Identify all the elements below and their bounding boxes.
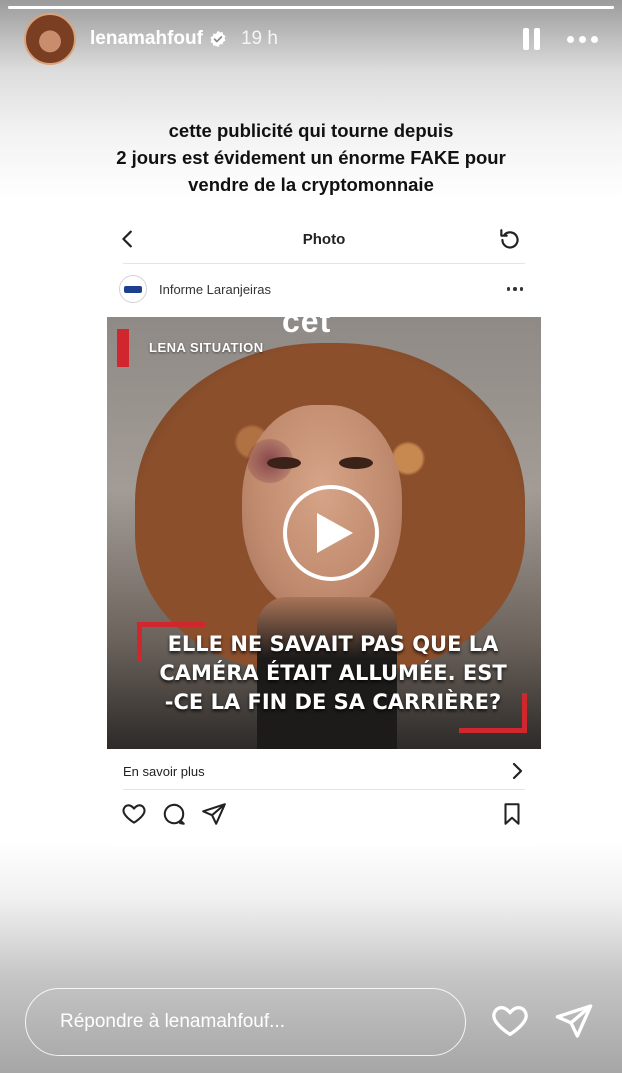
post-actions: [121, 801, 525, 827]
pause-icon: [522, 28, 529, 50]
video-caption-line: ELLE NE SAVAIT PAS QUE LA: [167, 632, 499, 656]
video-caption-line: CAMÉRA ÉTAIT ALLUMÉE. EST: [159, 661, 507, 685]
story-viewer: lenamahfouf 19 h cette publicité qui tou…: [0, 0, 622, 1073]
video-name-label: LENA SITUATION: [117, 329, 264, 367]
divider: [123, 789, 525, 790]
play-icon[interactable]: [283, 485, 379, 581]
story-progress-fill: [8, 6, 614, 9]
send-story-icon[interactable]: [554, 1001, 594, 1041]
video-top-word: cet: [282, 317, 332, 339]
learn-more-label: En savoir plus: [123, 763, 205, 779]
ad-video-thumbnail[interactable]: cet LENA SITUATION ELLE NE SAVAIT PAS QU…: [107, 317, 541, 749]
post-header: Informe Laranjeiras: [119, 275, 529, 303]
video-caption: ELLE NE SAVAIT PAS QUE LA CAMÉRA ÉTAIT A…: [153, 630, 513, 717]
video-caption-box: ELLE NE SAVAIT PAS QUE LA CAMÉRA ÉTAIT A…: [137, 622, 527, 733]
verified-badge-icon: [209, 30, 227, 48]
screenshot-topbar: Photo: [107, 215, 541, 263]
story-time: 19 h: [240, 28, 278, 49]
username[interactable]: lenamahfouf: [90, 28, 203, 50]
like-story-heart-icon[interactable]: [490, 1001, 530, 1041]
divider: [123, 263, 525, 264]
caption-line: 2 jours est évidement un énorme FAKE pou…: [116, 147, 506, 168]
screenshot-title: Photo: [302, 231, 346, 248]
learn-more-link[interactable]: En savoir plus: [123, 757, 525, 785]
like-heart-icon: [122, 804, 146, 824]
eye-shape: [267, 457, 301, 469]
bookmark-icon: [504, 803, 520, 825]
caption-line: cette publicité qui tourne depuis: [168, 120, 454, 141]
story-caption: cette publicité qui tourne depuis 2 jour…: [60, 117, 562, 198]
reply-input[interactable]: Répondre à lenamahfouf...: [25, 988, 466, 1056]
story-progress-bar: [8, 6, 614, 9]
refresh-icon: [500, 229, 519, 249]
reply-placeholder: Répondre à lenamahfouf...: [60, 1011, 285, 1032]
share-send-icon: [202, 803, 226, 825]
screenshot-card: Photo Informe Laranjeiras cet LENA SITUA…: [107, 215, 541, 845]
caption-line: vendre de la cryptomonnaie: [188, 174, 434, 195]
story-header: lenamahfouf 19 h: [24, 13, 598, 65]
avatar[interactable]: [24, 13, 76, 65]
post-author-logo: [119, 275, 147, 303]
pause-button[interactable]: [517, 25, 545, 53]
more-options-button[interactable]: [567, 35, 598, 43]
post-more-icon: [506, 287, 523, 291]
video-caption-line: -CE LA FIN DE SA CARRIÈRE?: [164, 690, 502, 714]
comment-icon: [163, 803, 185, 825]
eye-shape: [339, 457, 373, 469]
pause-icon: [533, 28, 540, 50]
chevron-right-icon: [512, 762, 523, 780]
post-author: Informe Laranjeiras: [159, 281, 271, 297]
